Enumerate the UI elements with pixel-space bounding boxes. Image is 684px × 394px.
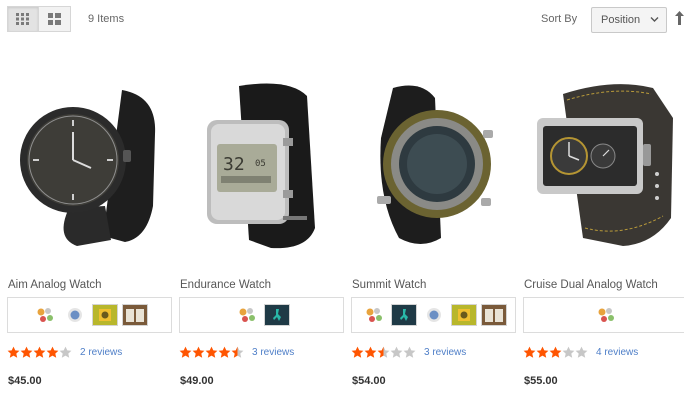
multicolor-swatch[interactable] — [593, 304, 619, 326]
yellow-photo-icon — [451, 305, 476, 325]
star-half-icon — [377, 346, 390, 358]
star-empty-icon — [403, 346, 416, 358]
yellow-photo-swatch[interactable] — [91, 304, 118, 326]
star-filled-icon — [192, 346, 205, 358]
product-photo[interactable] — [7, 78, 172, 262]
rating-stars — [179, 346, 244, 359]
sort-direction-arrow-icon[interactable] — [675, 11, 684, 25]
star-filled-icon — [7, 346, 20, 358]
product-price: $49.00 — [180, 375, 214, 387]
list-view-button[interactable] — [39, 6, 71, 32]
star-filled-icon — [179, 346, 192, 358]
swatch-list — [523, 297, 684, 333]
teal-runner-swatch[interactable] — [390, 304, 417, 326]
swatch-list — [179, 297, 344, 333]
reviews-link[interactable]: 2 reviews — [80, 347, 122, 358]
star-filled-icon — [46, 346, 59, 358]
rating-stars — [523, 346, 588, 359]
product-rating: 3 reviews — [351, 346, 466, 359]
star-empty-icon — [59, 346, 72, 358]
rating-stars — [7, 346, 72, 359]
blue-badge-icon — [67, 308, 82, 322]
sort-by-label: Sort By — [541, 13, 578, 25]
product-name-link[interactable]: Aim Analog Watch — [8, 279, 102, 291]
product-rating: 4 reviews — [523, 346, 638, 359]
product-name-link[interactable]: Summit Watch — [352, 279, 426, 291]
star-filled-icon — [364, 346, 377, 358]
brown-photo-icon — [122, 305, 147, 325]
star-filled-icon — [523, 346, 536, 358]
swatch-list — [7, 297, 172, 333]
grid-view-button[interactable] — [7, 6, 39, 32]
yellow-photo-icon — [92, 305, 117, 325]
product-name-link[interactable]: Cruise Dual Analog Watch — [524, 279, 658, 291]
chevron-down-icon — [650, 17, 659, 22]
multicolor-swatch[interactable] — [361, 304, 387, 326]
product-rating: 3 reviews — [179, 346, 294, 359]
sort-by-value: Position — [601, 14, 641, 26]
product-item[interactable]: 32 05 Endurance Watch 3 reviews $49.00 — [179, 78, 344, 388]
brown-photo-swatch[interactable] — [121, 304, 148, 326]
teal-runner-swatch[interactable] — [263, 304, 290, 326]
swatch-list — [351, 297, 516, 333]
star-filled-icon — [536, 346, 549, 358]
view-mode-switch — [7, 6, 71, 32]
grid-icon — [16, 13, 29, 25]
sort-by-select[interactable]: Position — [591, 7, 667, 33]
multicolor-dots-icon — [366, 308, 382, 322]
blue-swatch[interactable] — [62, 304, 88, 326]
products-toolbar: 9 Items Sort By Position — [0, 0, 684, 40]
product-name-link[interactable]: Endurance Watch — [180, 279, 271, 291]
yellow-photo-swatch[interactable] — [450, 304, 477, 326]
svg-text:05: 05 — [255, 159, 266, 169]
star-filled-icon — [33, 346, 46, 358]
blue-swatch[interactable] — [421, 304, 447, 326]
star-filled-icon — [205, 346, 218, 358]
brown-photo-icon — [481, 305, 506, 325]
teal-runner-icon — [391, 305, 416, 325]
product-item[interactable]: Aim Analog Watch 2 reviews $45.00 — [7, 78, 172, 388]
multicolor-dots-icon — [37, 308, 53, 322]
product-price: $54.00 — [352, 375, 386, 387]
product-photo[interactable] — [351, 78, 516, 262]
item-count: 9 Items — [88, 13, 125, 25]
product-price: $55.00 — [524, 375, 558, 387]
star-empty-icon — [575, 346, 588, 358]
star-filled-icon — [351, 346, 364, 358]
multicolor-swatch[interactable] — [234, 304, 260, 326]
product-photo[interactable] — [523, 78, 684, 262]
product-photo[interactable]: 32 05 — [179, 78, 344, 262]
product-price: $45.00 — [8, 375, 42, 387]
reviews-link[interactable]: 3 reviews — [424, 347, 466, 358]
multicolor-dots-icon — [598, 308, 614, 322]
svg-text:32: 32 — [223, 154, 245, 175]
product-item[interactable]: Cruise Dual Analog Watch 4 reviews $55.0… — [523, 78, 684, 388]
star-filled-icon — [218, 346, 231, 358]
reviews-link[interactable]: 3 reviews — [252, 347, 294, 358]
product-rating: 2 reviews — [7, 346, 122, 359]
list-icon — [48, 13, 61, 25]
product-item[interactable]: Summit Watch 3 reviews $54.00 — [351, 78, 516, 388]
reviews-link[interactable]: 4 reviews — [596, 347, 638, 358]
multicolor-dots-icon — [239, 308, 255, 322]
star-empty-icon — [562, 346, 575, 358]
multicolor-swatch[interactable] — [32, 304, 58, 326]
star-half-icon — [231, 346, 244, 358]
rating-stars — [351, 346, 416, 359]
star-filled-icon — [549, 346, 562, 358]
star-filled-icon — [20, 346, 33, 358]
brown-photo-swatch[interactable] — [480, 304, 507, 326]
blue-badge-icon — [426, 308, 441, 322]
teal-runner-icon — [264, 305, 289, 325]
star-empty-icon — [390, 346, 403, 358]
